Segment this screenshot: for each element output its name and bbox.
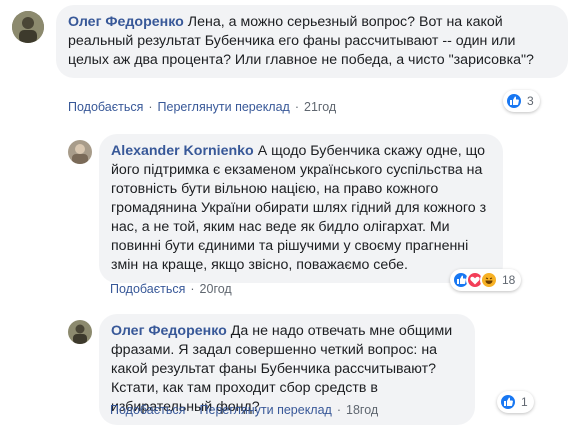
comment-actions: Подобається · Переглянути переклад · 21год: [68, 100, 336, 114]
avatar[interactable]: [12, 11, 44, 43]
comment-bubble: Олег Федоренко Лена, а можно серьезный во…: [56, 5, 568, 78]
avatar[interactable]: [68, 320, 92, 344]
avatar-image: [12, 11, 44, 43]
comment-text: А щодо Бубенчика скажу одне, що його під…: [111, 143, 487, 273]
reaction-count: 18: [502, 273, 516, 287]
like-link[interactable]: Подобається: [110, 403, 185, 417]
separator: ·: [190, 403, 195, 417]
translate-link[interactable]: Переглянути переклад: [200, 403, 332, 417]
reactions-badge[interactable]: 3: [503, 90, 540, 112]
comment-bubble: Alexander Kornienko А щодо Бубенчика скаж…: [99, 134, 503, 283]
separator: ·: [148, 100, 153, 114]
timestamp[interactable]: 20год: [200, 282, 232, 296]
timestamp[interactable]: 21год: [304, 100, 336, 114]
like-reaction-icon: [505, 92, 523, 110]
avatar-image: [68, 140, 92, 164]
haha-reaction-icon: [480, 271, 498, 289]
avatar-image: [68, 320, 92, 344]
comment-3: Олег Федоренко Да не надо отвечать мне об…: [0, 305, 577, 430]
comment-1: Олег Федоренко Лена, а можно серьезный во…: [0, 0, 577, 125]
comment-actions: Подобається · 20год: [110, 282, 232, 296]
reactions-badge[interactable]: 1: [497, 391, 534, 413]
comment-actions: Подобається · Переглянути переклад · 18год: [110, 403, 378, 417]
comment-2: Alexander Kornienko А щодо Бубенчика скаж…: [0, 125, 577, 305]
separator: ·: [190, 282, 195, 296]
like-link[interactable]: Подобається: [110, 282, 185, 296]
like-link[interactable]: Подобається: [68, 100, 143, 114]
translate-link[interactable]: Переглянути переклад: [158, 100, 290, 114]
separator: ·: [336, 403, 342, 417]
like-reaction-icon: [499, 393, 517, 411]
comment-author[interactable]: Олег Федоренко: [111, 323, 227, 339]
comment-author[interactable]: Олег Федоренко: [68, 14, 184, 30]
reaction-count: 3: [527, 94, 534, 108]
timestamp[interactable]: 18год: [346, 403, 378, 417]
reactions-badge[interactable]: 18: [450, 269, 522, 291]
separator: ·: [294, 100, 300, 114]
reaction-count: 1: [521, 395, 528, 409]
comment-author[interactable]: Alexander Kornienko: [111, 143, 254, 159]
avatar[interactable]: [68, 140, 92, 164]
